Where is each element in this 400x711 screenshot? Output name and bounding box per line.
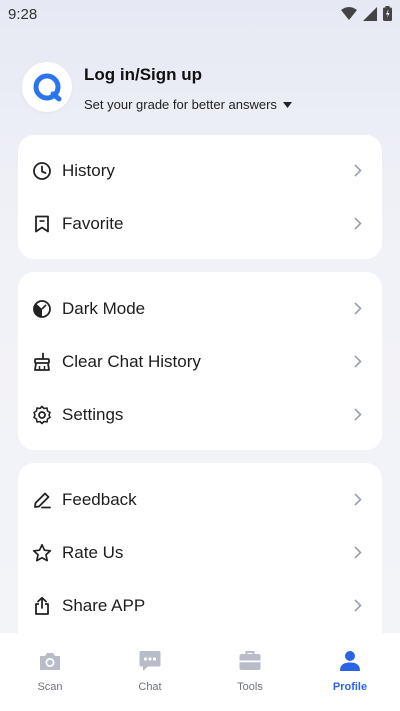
menu-item-rate-us[interactable]: Rate Us bbox=[18, 526, 382, 579]
chevron-right-icon bbox=[352, 545, 364, 561]
battery-icon bbox=[383, 6, 392, 21]
tab-profile[interactable]: Profile bbox=[300, 647, 400, 707]
clock-icon bbox=[32, 161, 52, 181]
menu-item-settings[interactable]: Settings bbox=[18, 388, 382, 441]
chevron-right-icon bbox=[352, 407, 364, 423]
menu-item-label: Share APP bbox=[62, 595, 146, 615]
menu-item-label: Rate Us bbox=[62, 542, 124, 562]
bottom-tab-bar: Scan Chat Tools Profile bbox=[0, 633, 400, 711]
menu-item-label: Dark Mode bbox=[62, 298, 146, 318]
toolbox-icon bbox=[200, 647, 300, 675]
person-icon bbox=[300, 647, 400, 675]
chevron-right-icon bbox=[352, 301, 364, 317]
menu-item-label: Feedback bbox=[62, 489, 137, 509]
tab-scan[interactable]: Scan bbox=[0, 647, 100, 707]
status-time: 9:28 bbox=[8, 6, 38, 23]
tab-chat[interactable]: Chat bbox=[100, 647, 200, 707]
menu-item-history[interactable]: History bbox=[18, 144, 382, 197]
chevron-right-icon bbox=[352, 354, 364, 370]
menu-item-clear-chat-history[interactable]: Clear Chat History bbox=[18, 335, 382, 388]
status-bar: 9:28 bbox=[0, 0, 400, 28]
profile-header[interactable]: Log in/Sign up Set your grade for better… bbox=[0, 60, 400, 120]
tab-label: Tools bbox=[237, 681, 263, 693]
wifi-icon bbox=[341, 6, 357, 20]
grade-prompt-text: Set your grade for better answers bbox=[84, 97, 277, 112]
dark-mode-icon bbox=[32, 299, 52, 319]
broom-icon bbox=[32, 352, 52, 372]
chat-icon bbox=[100, 647, 200, 675]
grade-selector[interactable]: Set your grade for better answers bbox=[84, 97, 292, 112]
tab-label: Profile bbox=[332, 681, 368, 693]
bookmark-icon bbox=[32, 214, 52, 234]
menu-item-dark-mode[interactable]: Dark Mode bbox=[18, 282, 382, 335]
app-logo-icon bbox=[33, 73, 62, 102]
menu-card-account: History Favorite bbox=[18, 135, 382, 259]
menu-item-favorite[interactable]: Favorite bbox=[18, 197, 382, 250]
caret-down-icon bbox=[282, 101, 292, 108]
menu-item-label: Clear Chat History bbox=[62, 351, 201, 371]
menu-item-feedback[interactable]: Feedback bbox=[18, 473, 382, 526]
tab-label: Chat bbox=[138, 681, 162, 693]
chevron-right-icon bbox=[352, 492, 364, 508]
star-icon bbox=[32, 543, 52, 563]
signal-icon bbox=[363, 6, 377, 21]
menu-card-preferences: Dark Mode Clear Chat History Settings bbox=[18, 272, 382, 450]
chevron-right-icon bbox=[352, 598, 364, 614]
login-signup-link[interactable]: Log in/Sign up bbox=[84, 65, 202, 85]
chevron-right-icon bbox=[352, 216, 364, 232]
menu-item-label: Settings bbox=[62, 404, 124, 424]
menu-item-share-app[interactable]: Share APP bbox=[18, 579, 382, 632]
camera-icon bbox=[0, 647, 100, 675]
menu-item-label: Favorite bbox=[62, 213, 124, 233]
tab-tools[interactable]: Tools bbox=[200, 647, 300, 707]
chevron-right-icon bbox=[352, 163, 364, 179]
pencil-icon bbox=[32, 490, 52, 510]
tab-label: Scan bbox=[37, 681, 63, 693]
avatar[interactable] bbox=[22, 62, 72, 112]
share-icon bbox=[32, 596, 52, 616]
menu-item-label: History bbox=[62, 160, 115, 180]
gear-icon bbox=[32, 405, 52, 425]
status-icons bbox=[341, 6, 392, 21]
